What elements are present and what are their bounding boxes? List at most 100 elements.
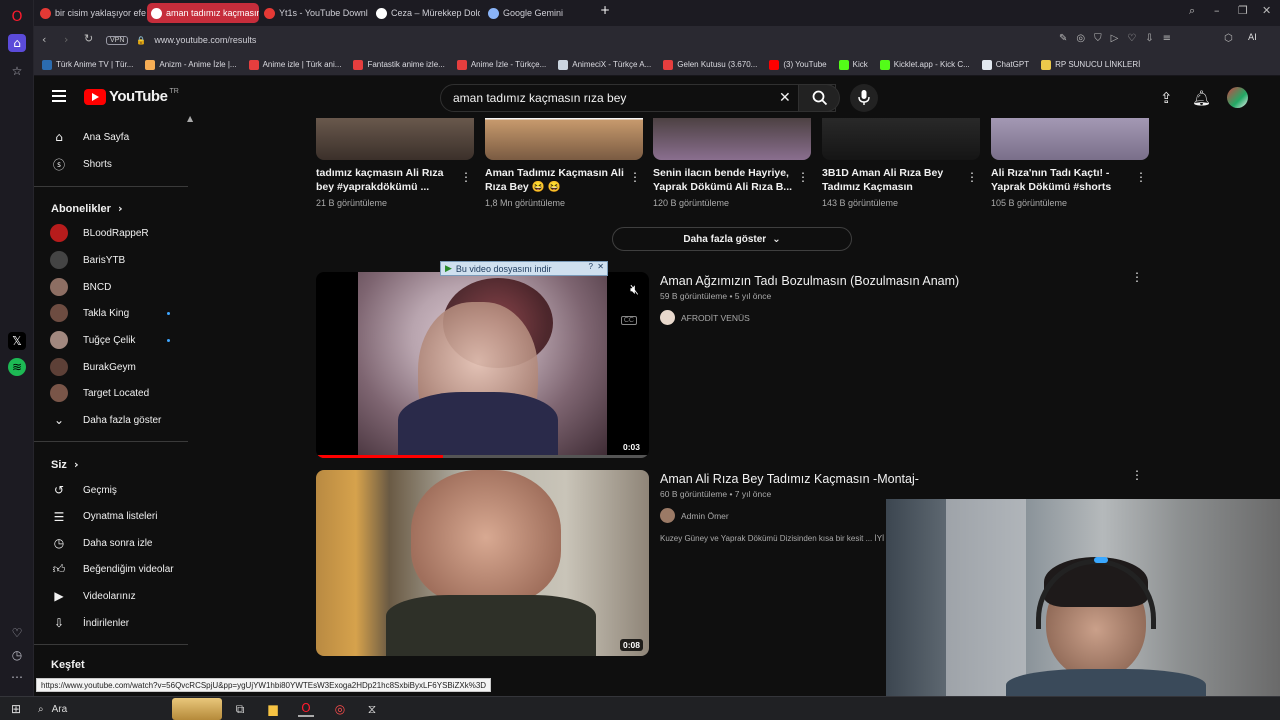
bookmark-item[interactable]: AnimeciX - Türkçe A...: [558, 59, 651, 70]
task-view-icon[interactable]: ⧉: [232, 701, 248, 717]
short-title[interactable]: tadımız kaçmasın Ali Rıza bey #yaprakdök…: [316, 166, 456, 194]
toolbar-icons[interactable]: ✎◎⛉▷♡⇩≡: [1059, 33, 1180, 44]
sidebar-item-home[interactable]: ⌂ Ana Sayfa: [50, 124, 190, 150]
short-more-icon[interactable]: ⋮: [797, 170, 809, 184]
sidebar-item-clock[interactable]: ◷ Daha sonra izle: [50, 530, 190, 556]
subscription-item[interactable]: BurakGeym: [50, 354, 190, 380]
download-video-popup[interactable]: ▶ Bu video dosyasını indir ? ✕: [440, 261, 608, 276]
search-input[interactable]: aman tadımız kaçmasın rıza bey: [440, 84, 836, 112]
taskbar-search[interactable]: ⌕ Ara: [38, 698, 224, 720]
minimize-button[interactable]: –: [1214, 4, 1220, 17]
short-thumbnail[interactable]: [822, 118, 980, 160]
maximize-button[interactable]: ❐: [1238, 4, 1248, 17]
short-more-icon[interactable]: ⋮: [966, 170, 978, 184]
bookmark-item[interactable]: (3) YouTube: [769, 59, 827, 70]
show-more-shorts-button[interactable]: Daha fazla göster ⌄: [612, 227, 852, 251]
capcut-icon[interactable]: ⧖: [364, 701, 380, 717]
short-title[interactable]: Senin ilacın bende Hayriye, Yaprak Döküm…: [653, 166, 793, 194]
subscription-item[interactable]: BNCD: [50, 274, 190, 300]
you-heading[interactable]: Siz ›: [51, 458, 79, 471]
heart-icon[interactable]: ♡: [8, 624, 26, 642]
video-title[interactable]: Aman Ali Rıza Bey Tadımız Kaçmasın -Mont…: [660, 472, 919, 486]
tab-1-active[interactable]: aman tadımız kaçmasın r...: [147, 3, 259, 23]
tab-0[interactable]: bir cisim yaklaşıyor efendi: [36, 3, 146, 23]
bookmark-item[interactable]: Kick: [838, 59, 868, 70]
vpn-badge[interactable]: VPN: [106, 35, 129, 45]
subscription-item[interactable]: BarisYTB: [50, 247, 190, 273]
bookmark-item[interactable]: Türk Anime TV | Tür...: [42, 59, 133, 70]
account-avatar[interactable]: [1227, 87, 1248, 108]
bookmark-item[interactable]: Gelen Kutusu (3.670...: [663, 59, 757, 70]
search-button[interactable]: [798, 84, 840, 112]
opera-taskbar-icon[interactable]: O: [298, 701, 314, 717]
app-icon[interactable]: ◎: [332, 701, 348, 717]
short-more-icon[interactable]: ⋮: [629, 170, 641, 184]
x-twitter-icon[interactable]: 𝕏: [8, 332, 26, 350]
sidebar-item-download[interactable]: ⇩ İndirilenler: [50, 610, 190, 636]
address-field[interactable]: VPN 🔒 www.youtube.com/results: [96, 31, 1226, 49]
forward-button[interactable]: ›: [64, 33, 68, 46]
bookmark-item[interactable]: Anime izle | Türk ani...: [248, 59, 341, 70]
video-channel[interactable]: AFRODİT VENÜS: [660, 310, 750, 325]
video-thumbnail-playing[interactable]: 🔇︎ CC 0:03: [316, 272, 649, 458]
video-thumbnail[interactable]: 0:08: [316, 470, 649, 656]
subscription-item[interactable]: Tuğçe Çelik: [50, 327, 190, 353]
sidebar-item-video[interactable]: ▶ Videolarınız: [50, 583, 190, 609]
subscription-item[interactable]: Takla King: [50, 300, 190, 326]
sidebar-item-playlist[interactable]: ☰ Oynatma listeleri: [50, 504, 190, 530]
short-more-icon[interactable]: ⋮: [460, 170, 472, 184]
star-icon[interactable]: ☆: [8, 62, 26, 80]
extensions-icon[interactable]: ⬡: [1224, 33, 1233, 44]
voice-search-button[interactable]: [850, 84, 878, 112]
sidebar-item-shorts[interactable]: ⓢ Shorts: [50, 151, 190, 177]
scroll-up-arrow-icon[interactable]: ▲: [187, 114, 193, 123]
video-channel[interactable]: Admin Ömer: [660, 508, 729, 523]
video-more-icon[interactable]: ⋮: [1131, 270, 1143, 284]
bookmark-item[interactable]: ChatGPT: [981, 59, 1029, 70]
sidebar-item-history[interactable]: ↺ Geçmiş: [50, 477, 190, 503]
clear-search-icon[interactable]: ✕: [779, 90, 791, 106]
bookmark-item[interactable]: Anizm - Anime İzle |...: [145, 59, 237, 70]
playback-progress-track[interactable]: [316, 455, 649, 458]
more-dots-icon[interactable]: ⋯: [8, 668, 26, 686]
opera-logo-icon[interactable]: O: [8, 8, 26, 26]
reload-button[interactable]: ↻: [84, 32, 93, 45]
windows-start-icon[interactable]: ⊞: [8, 701, 24, 717]
tab-3[interactable]: Ceza – Mürekkep Doldurd: [372, 3, 480, 23]
short-title[interactable]: Aman Tadımız Kaçmasın Ali Rıza Bey 😆 😆: [485, 166, 625, 194]
bookmark-item[interactable]: RP SUNUCU LİNKLERİ: [1041, 59, 1140, 70]
short-title[interactable]: Ali Rıza'nın Tadı Kaçtı! - Yaprak Dökümü…: [991, 166, 1131, 194]
tab-4[interactable]: Google Gemini: [484, 3, 584, 23]
back-button[interactable]: ‹: [42, 33, 46, 46]
close-window-button[interactable]: ✕: [1262, 4, 1271, 17]
subscriptions-heading[interactable]: Abonelikler ›: [51, 202, 123, 215]
tab-search-icon[interactable]: ⌕: [1189, 4, 1195, 18]
spotify-icon[interactable]: ≋: [8, 358, 26, 376]
short-thumbnail[interactable]: [485, 118, 643, 160]
short-thumbnail[interactable]: [991, 118, 1149, 160]
sidebar-item-like[interactable]: 👍︎ Beğendiğim videolar: [50, 557, 190, 583]
history-clock-icon[interactable]: ◷: [8, 646, 26, 664]
show-more-button[interactable]: ⌄ Daha fazla göster: [50, 407, 190, 433]
cc-icon[interactable]: CC: [620, 316, 637, 325]
short-thumbnail[interactable]: [653, 118, 811, 160]
menu-hamburger-icon[interactable]: [52, 90, 66, 105]
close-popup-icon[interactable]: ✕: [597, 262, 604, 271]
tab-2[interactable]: Yt1s - YouTube Download: [260, 3, 368, 23]
mute-icon[interactable]: 🔇︎: [630, 282, 639, 298]
video-title[interactable]: Aman Ağzımızın Tadı Bozulmasın (Bozulmas…: [660, 274, 959, 288]
bookmark-item[interactable]: Anime İzle - Türkçe...: [456, 59, 546, 70]
home-icon[interactable]: ⌂: [8, 34, 26, 52]
subscription-item[interactable]: Target Located: [50, 380, 190, 406]
new-tab-button[interactable]: +: [600, 3, 610, 17]
video-more-icon[interactable]: ⋮: [1131, 468, 1143, 482]
subscription-item[interactable]: BLoodRappeR: [50, 220, 190, 246]
file-explorer-icon[interactable]: ▆: [265, 701, 281, 717]
short-thumbnail[interactable]: [316, 118, 474, 160]
short-more-icon[interactable]: ⋮: [1135, 170, 1147, 184]
upload-icon[interactable]: ⇪: [1160, 89, 1173, 107]
ai-button[interactable]: AI: [1248, 33, 1257, 43]
youtube-logo[interactable]: YouTube TR: [84, 88, 179, 105]
bookmark-item[interactable]: Kicklet.app - Kick C...: [879, 59, 970, 70]
bookmark-item[interactable]: Fantastik anime izle...: [353, 59, 445, 70]
